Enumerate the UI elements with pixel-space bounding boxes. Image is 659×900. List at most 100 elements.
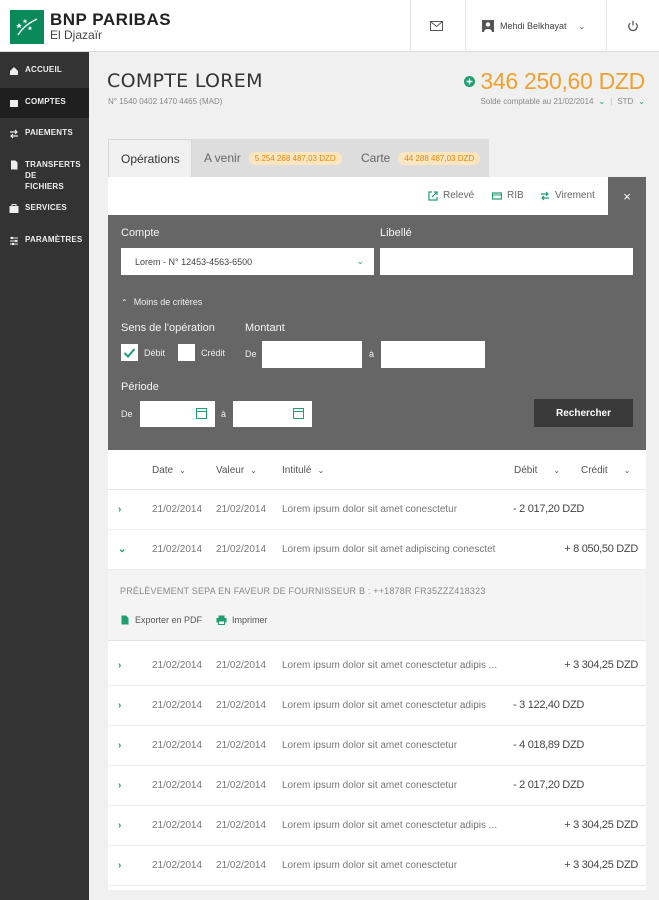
- header-divider: [410, 0, 411, 52]
- tab-badge: 44 288 487,03 DZD: [398, 151, 481, 165]
- row-date: 21/02/2014: [152, 700, 203, 711]
- chevron-down-icon: ⌄: [317, 466, 325, 475]
- header-debit: Débit: [514, 465, 538, 476]
- chevron-right-icon[interactable]: ›: [118, 740, 121, 751]
- balance-mode[interactable]: STD: [617, 97, 633, 106]
- montant-min-input[interactable]: [262, 341, 362, 368]
- envelope-icon: [429, 21, 443, 31]
- tab-carte[interactable]: Carte 44 288 487,03 DZD: [349, 139, 489, 177]
- print-button[interactable]: Imprimer: [216, 615, 268, 625]
- sidebar-item-services[interactable]: SERVICES: [0, 200, 89, 224]
- chevron-down-icon[interactable]: ⌄: [638, 97, 645, 106]
- table-row[interactable]: › 21/02/2014 21/02/2014 Lorem ipsum dolo…: [108, 806, 646, 846]
- tab-a-venir[interactable]: A venir 5 254 268 487,03 DZD: [192, 139, 349, 177]
- row-valeur: 21/02/2014: [216, 860, 267, 871]
- chevron-right-icon[interactable]: ›: [118, 700, 121, 711]
- sort-valeur[interactable]: Valeur ⌄: [216, 465, 257, 476]
- row-credit: + 3 304,25 DZD: [564, 819, 638, 831]
- debit-checkbox[interactable]: [121, 344, 138, 361]
- chevron-right-icon[interactable]: ›: [118, 820, 121, 831]
- row-debit: - 3 122,40 DZD: [513, 699, 585, 711]
- tab-label: Opérations: [121, 151, 180, 166]
- sidebar-item-transferts[interactable]: TRANSFERTS DE FICHIERS: [0, 156, 89, 191]
- calendar-icon[interactable]: [196, 408, 207, 419]
- row-date: 21/02/2014: [152, 544, 203, 555]
- releve-button[interactable]: Relevé: [428, 190, 474, 201]
- user-menu[interactable]: Mehdi Belkhayat ⌄: [482, 17, 585, 35]
- chevron-down-icon: ⌄: [553, 466, 561, 475]
- table-row[interactable]: › 21/02/2014 21/02/2014 Lorem ipsum dolo…: [108, 646, 646, 686]
- sort-debit[interactable]: Débit ⌄: [514, 465, 560, 476]
- tab-label: A venir: [204, 151, 241, 165]
- credit-checkbox[interactable]: [178, 344, 195, 361]
- filter-form: Compte Lorem - N° 12453-4563-6500 ⌄ Libe…: [108, 215, 646, 450]
- sidebar: ACCUEIL COMPTES PAIEMENTS TRANSFERTS DE …: [0, 52, 89, 900]
- table-row[interactable]: ⌄ 21/02/2014 21/02/2014 Lorem ipsum dolo…: [108, 530, 646, 570]
- chevron-down-icon[interactable]: ⌄: [599, 97, 606, 106]
- virement-button[interactable]: Virement: [540, 190, 595, 201]
- brand-subtitle: El Djazaïr: [50, 28, 103, 42]
- search-button[interactable]: Rechercher: [534, 399, 633, 427]
- sidebar-item-parametres[interactable]: PARAMÈTRES: [0, 232, 89, 256]
- user-name: Mehdi Belkhayat: [500, 21, 567, 31]
- table-row[interactable]: › 21/02/2014 21/02/2014 Lorem ipsum dolo…: [108, 766, 646, 806]
- libelle-input[interactable]: [380, 248, 633, 275]
- montant-label: Montant: [245, 322, 285, 334]
- sidebar-item-accueil[interactable]: ACCUEIL: [0, 61, 89, 85]
- logout-button[interactable]: [622, 17, 644, 35]
- row-debit: - 4 018,89 DZD: [513, 739, 585, 751]
- table-row[interactable]: › 21/02/2014 21/02/2014 Lorem ipsum dolo…: [108, 490, 646, 530]
- file-icon: [8, 159, 19, 170]
- compte-select[interactable]: Lorem - N° 12453-4563-6500 ⌄: [121, 248, 374, 275]
- virement-label: Virement: [555, 190, 595, 201]
- row-valeur: 21/02/2014: [216, 660, 267, 671]
- date-from-input[interactable]: [140, 401, 215, 427]
- row-valeur: 21/02/2014: [216, 820, 267, 831]
- row-label: Lorem ipsum dolor sit amet conesctetur a…: [282, 700, 486, 711]
- row-label: Lorem ipsum dolor sit amet adipiscing co…: [282, 544, 496, 555]
- table-row[interactable]: › 21/02/2014 21/02/2014 Lorem ipsum dolo…: [108, 846, 646, 886]
- chevron-right-icon[interactable]: ›: [118, 504, 121, 515]
- sidebar-item-label: PAIEMENTS: [25, 128, 73, 137]
- sort-date[interactable]: Date ⌄: [152, 465, 186, 476]
- chevron-down-icon[interactable]: ⌄: [118, 544, 126, 555]
- user-avatar-icon: [482, 20, 494, 32]
- action-bar: Relevé RIB Virement ×: [108, 177, 646, 215]
- row-detail: PRÉLÈVEMENT SEPA EN FAVEUR DE FOURNISSEU…: [108, 570, 646, 641]
- chevron-right-icon[interactable]: ›: [118, 780, 121, 791]
- main-content: COMPTE LOREM N° 1540 0402 1470 4465 (MAD…: [89, 52, 659, 900]
- row-date: 21/02/2014: [152, 504, 203, 515]
- mail-button[interactable]: [425, 17, 447, 35]
- header-valeur: Valeur: [216, 465, 245, 476]
- row-valeur: 21/02/2014: [216, 504, 267, 515]
- home-icon: [8, 65, 19, 76]
- table-row[interactable]: › 21/02/2014 21/02/2014 Lorem ipsum dolo…: [108, 686, 646, 726]
- account-balance: 346 250,60 DZD: [464, 68, 645, 95]
- sort-intitule[interactable]: Intitulé ⌄: [282, 465, 324, 476]
- bnp-logo[interactable]: [10, 10, 44, 44]
- rib-button[interactable]: RIB: [492, 190, 524, 201]
- criteria-toggle[interactable]: ⌃ Moins de critères: [121, 297, 202, 307]
- calendar-icon[interactable]: [293, 408, 304, 419]
- sidebar-item-paiements[interactable]: PAIEMENTS: [0, 125, 89, 149]
- sort-credit[interactable]: Crédit ⌄: [581, 465, 630, 476]
- print-label: Imprimer: [232, 615, 268, 625]
- libelle-label: Libellé: [380, 227, 412, 239]
- date-to-input[interactable]: [233, 401, 312, 427]
- chevron-down-icon: ⌄: [578, 21, 586, 31]
- chevron-right-icon[interactable]: ›: [118, 860, 121, 871]
- tab-operations[interactable]: Opérations: [108, 139, 192, 177]
- row-label: Lorem ipsum dolor sit amet conesctetur a…: [282, 820, 498, 831]
- checkmark-icon: [123, 348, 136, 358]
- table-row[interactable]: › 21/02/2014 21/02/2014 Lorem ipsum dolo…: [108, 726, 646, 766]
- export-pdf-label: Exporter en PDF: [135, 615, 203, 625]
- table-header: Date ⌄ Valeur ⌄ Intitulé ⌄ Débit ⌄ Crédit ⌄: [108, 450, 646, 490]
- chevron-right-icon[interactable]: ›: [118, 660, 121, 671]
- tab-label: Carte: [361, 151, 391, 165]
- montant-max-input[interactable]: [381, 341, 485, 368]
- sidebar-item-comptes[interactable]: COMPTES: [0, 88, 89, 118]
- export-pdf-button[interactable]: Exporter en PDF: [120, 615, 202, 625]
- rib-label: RIB: [507, 190, 524, 201]
- close-filters-button[interactable]: ×: [608, 177, 646, 215]
- row-date: 21/02/2014: [152, 780, 203, 791]
